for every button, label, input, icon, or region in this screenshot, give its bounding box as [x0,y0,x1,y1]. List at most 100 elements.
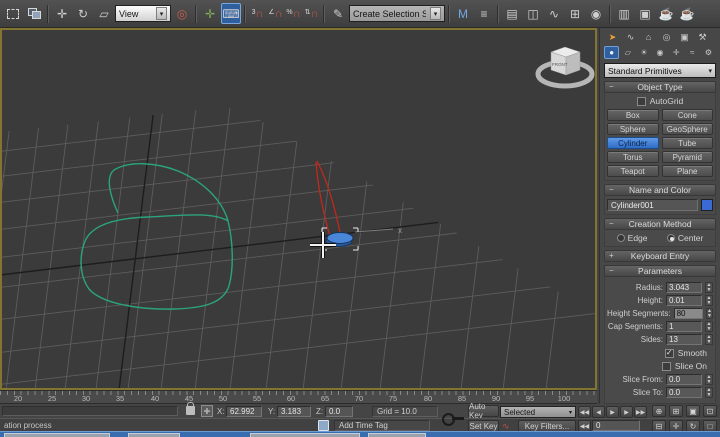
autogrid-checkbox[interactable] [637,97,646,106]
cone-button[interactable]: Cone [662,109,714,121]
maxscript-mini-listener[interactable] [2,406,178,416]
dropdown-arrow-icon[interactable]: ▾ [430,7,441,20]
perspective-viewport[interactable]: x FRO [0,28,597,390]
absolute-mode-transform-icon[interactable]: ✛ [201,405,213,417]
auto-key-button[interactable]: Auto Key [468,405,499,417]
render-production-icon[interactable]: ☕ [656,3,676,24]
set-keys-button[interactable] [440,404,466,431]
slice-to-spinner[interactable]: ▲▼ [705,387,713,398]
slice-from-spinner[interactable]: ▲▼ [705,374,713,385]
snap-toggle-3d-icon[interactable]: 3∩ [249,3,266,24]
object-color-swatch[interactable] [701,199,713,211]
zoom-all-icon[interactable]: ⊞ [669,405,683,417]
edit-named-selection-sets-icon[interactable]: ✎ [328,3,348,24]
mirror-icon[interactable]: M [453,3,473,24]
box-button[interactable]: Box [607,109,659,121]
previous-frame-button[interactable]: ◀ [592,406,605,418]
curve-editor-icon[interactable]: ∿ [544,3,564,24]
taskbar-button[interactable] [128,433,180,437]
cylinder-button[interactable]: Cylinder [607,137,659,149]
material-editor-icon[interactable]: ◉ [586,3,606,24]
tab-modify-icon[interactable]: ∿ [622,30,639,44]
select-and-manipulate-icon[interactable]: ✛ [200,3,220,24]
plane-button[interactable]: Plane [662,165,714,177]
go-to-start-button[interactable]: ◀◀ [578,406,591,418]
tab-hierarchy-icon[interactable]: ⌂ [640,30,657,44]
radius-field[interactable]: 3.043 [666,282,702,293]
tab-display-icon[interactable]: ▣ [676,30,693,44]
select-and-rotate-icon[interactable]: ↻ [73,3,93,24]
selection-lock-icon[interactable] [186,406,195,415]
reference-coordinate-system-dropdown[interactable]: View ▾ [115,5,171,22]
height-segments-spinner[interactable]: ▲▼ [706,308,713,319]
viewcube[interactable]: FRONT [538,47,592,86]
percent-snap-toggle-icon[interactable]: %∩ [285,3,302,24]
create-selection-set-dropdown[interactable]: Create Selection Se ▾ [349,5,445,22]
scene-explorer-icon[interactable]: ◫ [523,3,543,24]
use-pivot-point-center-icon[interactable]: ◎ [172,3,192,24]
radius-spinner[interactable]: ▲▼ [705,282,713,293]
pyramid-button[interactable]: Pyramid [662,151,714,163]
taskbar-button[interactable] [250,433,360,437]
height-segments-field[interactable]: 80 [674,308,703,319]
sides-field[interactable]: 13 [666,334,702,345]
subtab-helpers-icon[interactable]: ✛ [669,46,684,59]
layer-manager-icon[interactable]: ▤ [502,3,522,24]
window-crossing-toggle-icon[interactable] [24,3,44,24]
red-spline[interactable] [316,161,341,237]
tab-utilities-icon[interactable]: ⚒ [694,30,711,44]
parameters-rollout-header[interactable]: − Parameters [604,265,716,277]
slice-from-field[interactable]: 0.0 [666,374,702,385]
sides-spinner[interactable]: ▲▼ [705,334,713,345]
selection-filter-dropdown[interactable]: Selected ▾ [500,406,576,418]
object-name-field[interactable]: Cylinder001 [607,199,698,211]
angle-snap-toggle-icon[interactable]: ∠∩ [267,3,284,24]
slice-to-field[interactable]: 0.0 [666,387,702,398]
rectangular-selection-region-icon[interactable] [3,3,23,24]
subtab-geometry-icon[interactable]: ● [604,46,619,59]
creation-method-rollout-header[interactable]: − Creation Method [604,218,716,230]
subtab-lights-icon[interactable]: ☀ [636,46,651,59]
height-field[interactable]: 0.01 [666,295,702,306]
zoom-extents-icon[interactable]: ▣ [686,405,700,417]
spinner-snap-toggle-icon[interactable]: ⇅∩ [303,3,320,24]
align-icon[interactable]: ≡ [474,3,494,24]
render-setup-icon[interactable]: ▥ [614,3,634,24]
primitive-category-dropdown[interactable]: Standard Primitives ▾ [604,63,716,78]
taskbar-button[interactable] [368,433,426,437]
sphere-button[interactable]: Sphere [607,123,659,135]
smooth-checkbox[interactable]: ✓ [665,349,674,358]
torus-button[interactable]: Torus [607,151,659,163]
track-bar[interactable]: 20 25 30 35 40 45 50 55 60 65 70 75 80 8… [0,390,597,404]
tab-create-icon[interactable]: ➤ [604,30,621,44]
schematic-view-icon[interactable]: ⊞ [565,3,585,24]
play-button[interactable]: ▶ [606,406,619,418]
select-and-scale-icon[interactable]: ▱ [94,3,114,24]
cap-segments-spinner[interactable]: ▲▼ [705,321,713,332]
name-color-rollout-header[interactable]: − Name and Color [604,184,716,196]
zoom-extents-all-icon[interactable]: ⊡ [703,405,717,417]
y-coord-field[interactable]: 3.183 [277,406,311,417]
rendered-frame-window-icon[interactable]: ▣ [635,3,655,24]
geosphere-button[interactable]: GeoSphere [662,123,714,135]
keyboard-shortcut-override-icon[interactable]: ⌨ [221,3,241,24]
add-time-tag[interactable]: Add Time Tag [334,420,430,431]
go-to-end-button[interactable]: ▶▶ [634,406,647,418]
keyboard-entry-rollout-header[interactable]: + Keyboard Entry [604,250,716,262]
zoom-icon[interactable]: ⊕ [652,405,666,417]
teal-spline[interactable] [81,164,232,309]
x-coord-field[interactable]: 62.992 [226,406,262,417]
subtab-cameras-icon[interactable]: ◉ [652,46,667,59]
slice-on-checkbox[interactable] [662,362,671,371]
cap-segments-field[interactable]: 1 [666,321,702,332]
render-iterative-icon[interactable]: ☕ [677,3,697,24]
taskbar-button[interactable] [4,433,110,437]
teapot-button[interactable]: Teapot [607,165,659,177]
center-radio[interactable]: Center [667,233,704,243]
current-frame-field[interactable]: 0 [592,420,640,431]
time-tag-icon[interactable] [318,420,329,431]
next-frame-button[interactable]: ▶ [620,406,633,418]
subtab-spacewarps-icon[interactable]: ≈ [685,46,700,59]
edge-radio[interactable]: Edge [617,233,648,243]
object-type-rollout-header[interactable]: − Object Type [604,81,716,93]
